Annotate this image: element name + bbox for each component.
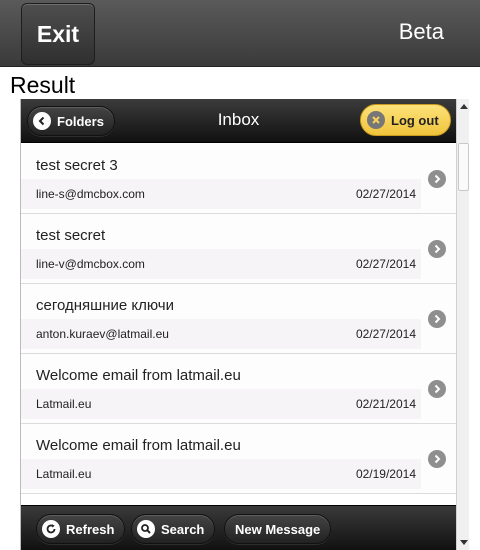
message-sender: Latmail.eu — [36, 467, 92, 481]
message-subject: test secret 3 — [36, 157, 118, 174]
message-subject: Welcome email from latmail.eu — [36, 367, 241, 384]
message-sender: anton.kuraev@latmail.eu — [36, 327, 169, 341]
scrollbar[interactable] — [456, 99, 469, 550]
message-subject: Welcome email from latmail.eu — [36, 437, 241, 454]
search-icon — [137, 520, 155, 538]
list-item[interactable]: test secret line-v@dmcbox.com 02/27/2014 — [21, 214, 456, 284]
message-date: 02/27/2014 — [355, 187, 416, 201]
message-sender: line-v@dmcbox.com — [36, 257, 145, 271]
message-date: 02/21/2014 — [355, 397, 416, 411]
mail-frame: Folders Inbox Log out test secret 3 line… — [20, 99, 469, 550]
exit-button[interactable]: Exit — [21, 3, 95, 65]
refresh-button-label: Refresh — [66, 521, 115, 537]
result-label: Result — [10, 72, 76, 98]
search-button-label: Search — [161, 521, 205, 537]
refresh-button[interactable]: Refresh — [36, 514, 126, 544]
chevron-right-icon — [428, 380, 446, 398]
message-sender: line-s@dmcbox.com — [36, 187, 145, 201]
logout-button-label: Log out — [391, 112, 439, 128]
scroll-up-arrow-icon[interactable] — [457, 99, 469, 113]
message-sender: Latmail.eu — [36, 397, 92, 411]
chevron-right-icon — [428, 170, 446, 188]
search-button[interactable]: Search — [131, 514, 216, 544]
logout-button[interactable]: Log out — [360, 104, 451, 136]
chevron-right-icon — [428, 240, 446, 258]
app-bar: Exit Beta — [0, 0, 480, 67]
inbox-header: Folders Inbox Log out — [21, 99, 456, 143]
list-item[interactable]: Welcome email from latmail.eu Latmail.eu… — [21, 354, 456, 424]
message-subject: test secret — [36, 227, 106, 244]
scroll-thumb[interactable] — [458, 143, 469, 191]
list-item[interactable]: test secret 3 line-s@dmcbox.com 02/27/20… — [21, 144, 456, 214]
scroll-down-arrow-icon[interactable] — [457, 536, 469, 550]
close-icon — [367, 111, 385, 129]
message-list: test secret 3 line-s@dmcbox.com 02/27/20… — [21, 144, 456, 494]
list-item[interactable]: сегодняшние ключи anton.kuraev@latmail.e… — [21, 284, 456, 354]
message-date: 02/27/2014 — [355, 257, 416, 271]
list-item[interactable]: Welcome email from latmail.eu Latmail.eu… — [21, 424, 456, 494]
inbox-footer: Refresh Search New Message — [21, 505, 456, 550]
new-message-button[interactable]: New Message — [224, 514, 332, 544]
beta-label: Beta — [398, 19, 444, 44]
message-date: 02/19/2014 — [355, 467, 416, 481]
chevron-right-icon — [428, 310, 446, 328]
refresh-icon — [42, 520, 60, 538]
message-subject: сегодняшние ключи — [36, 297, 174, 314]
message-date: 02/27/2014 — [355, 327, 416, 341]
chevron-right-icon — [428, 450, 446, 468]
